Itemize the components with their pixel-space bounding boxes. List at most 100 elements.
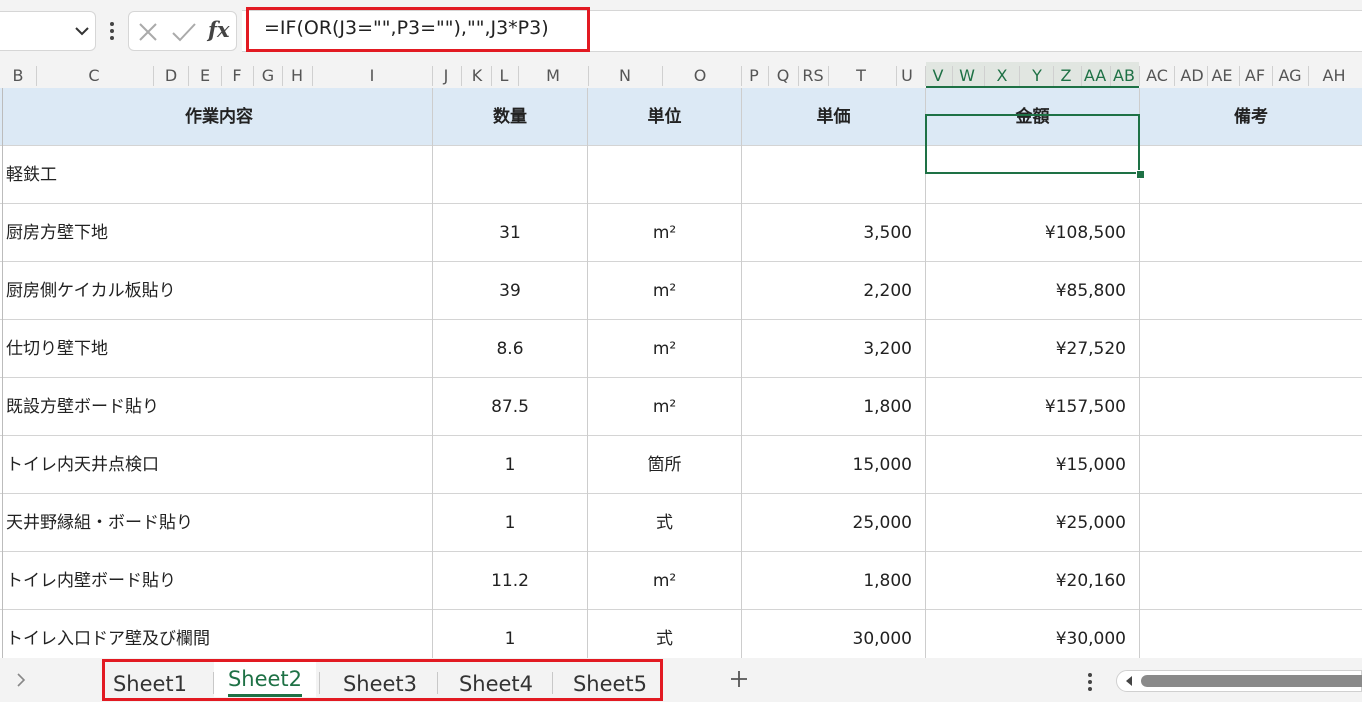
scrollbar-thumb[interactable] — [1141, 675, 1362, 687]
column-separator[interactable] — [925, 66, 926, 86]
column-separator[interactable] — [896, 66, 897, 86]
cancel-icon[interactable] — [137, 21, 159, 43]
cell-qty[interactable]: 8.6 — [433, 320, 587, 378]
cell-amount[interactable]: ¥85,800 — [926, 262, 1139, 320]
cell-price[interactable]: 2,200 — [742, 262, 925, 320]
column-separator[interactable] — [188, 66, 189, 86]
cell-amount[interactable]: ¥27,520 — [926, 320, 1139, 378]
cell-unit[interactable]: m² — [588, 262, 741, 320]
cell-note[interactable] — [1140, 610, 1362, 658]
cell-item[interactable]: トイレ内天井点検口 — [0, 436, 432, 494]
cell-item[interactable]: 既設方壁ボード貼り — [0, 378, 432, 436]
cell-item[interactable]: 厨房方壁下地 — [0, 204, 432, 262]
scroll-left-icon[interactable] — [1123, 675, 1135, 687]
cell-note[interactable] — [1140, 494, 1362, 552]
cell-price[interactable]: 1,800 — [742, 552, 925, 610]
column-header-o[interactable]: O — [694, 62, 707, 88]
column-header-aa[interactable]: AA — [1084, 62, 1106, 88]
column-separator[interactable] — [588, 66, 589, 86]
column-separator[interactable] — [1272, 66, 1273, 86]
cell-amount[interactable]: ¥108,500 — [926, 204, 1139, 262]
fill-handle[interactable] — [1136, 170, 1145, 179]
column-header-ac[interactable]: AC — [1146, 62, 1168, 88]
column-header-ae[interactable]: AE — [1211, 62, 1232, 88]
add-sheet-icon[interactable] — [728, 668, 750, 690]
column-header-u[interactable]: U — [901, 62, 913, 88]
horizontal-scrollbar[interactable] — [1116, 670, 1362, 692]
cell-amount[interactable]: ¥30,000 — [926, 610, 1139, 658]
chevron-down-icon[interactable] — [73, 22, 91, 40]
column-separator[interactable] — [518, 66, 519, 86]
column-header-e[interactable]: E — [200, 62, 210, 88]
column-header-d[interactable]: D — [165, 62, 177, 88]
column-separator[interactable] — [1081, 66, 1082, 86]
column-header-g[interactable]: G — [262, 62, 274, 88]
more-sheets-icon[interactable] — [1085, 671, 1095, 693]
cell-note[interactable] — [1140, 436, 1362, 494]
column-separator[interactable] — [1239, 66, 1240, 86]
column-separator[interactable] — [828, 66, 829, 86]
cell-item[interactable]: トイレ入口ドア壁及び欄間 — [0, 610, 432, 658]
cell-amount[interactable]: ¥157,500 — [926, 378, 1139, 436]
column-separator[interactable] — [1053, 66, 1054, 86]
cell-price[interactable]: 3,500 — [742, 204, 925, 262]
cell-qty[interactable]: 31 — [433, 204, 587, 262]
cell-price[interactable]: 3,200 — [742, 320, 925, 378]
cell-item[interactable]: 仕切り壁下地 — [0, 320, 432, 378]
cell-unit[interactable]: 式 — [588, 610, 741, 658]
cell-amount[interactable]: ¥15,000 — [926, 436, 1139, 494]
column-separator[interactable] — [1139, 66, 1140, 86]
column-header-ag[interactable]: AG — [1278, 62, 1301, 88]
cell-amount[interactable]: ¥20,160 — [926, 552, 1139, 610]
cell-note[interactable] — [1140, 146, 1362, 204]
column-header-x[interactable]: X — [997, 62, 1008, 88]
column-separator[interactable] — [36, 66, 37, 86]
column-header-i[interactable]: I — [370, 62, 375, 88]
column-header-k[interactable]: K — [472, 62, 483, 88]
column-header-f[interactable]: F — [232, 62, 241, 88]
column-header-b[interactable]: B — [13, 62, 24, 88]
column-header-j[interactable]: J — [444, 62, 449, 88]
column-header-w[interactable]: W — [959, 62, 975, 88]
cell-note[interactable] — [1140, 204, 1362, 262]
column-separator[interactable] — [741, 66, 742, 86]
column-header-af[interactable]: AF — [1245, 62, 1265, 88]
more-options-icon[interactable] — [107, 20, 117, 42]
header-qty[interactable]: 数量 — [433, 88, 587, 146]
cell-amount[interactable]: ¥25,000 — [926, 494, 1139, 552]
column-header-q[interactable]: Q — [777, 62, 790, 88]
column-header-m[interactable]: M — [546, 62, 560, 88]
cell-price[interactable] — [742, 146, 925, 204]
column-separator[interactable] — [312, 66, 313, 86]
cell-price[interactable]: 30,000 — [742, 610, 925, 658]
cell-unit[interactable]: m² — [588, 320, 741, 378]
column-header-v[interactable]: V — [933, 62, 944, 88]
chevron-right-icon[interactable] — [14, 672, 28, 688]
cell-qty[interactable]: 11.2 — [433, 552, 587, 610]
column-header-ab[interactable]: AB — [1113, 62, 1135, 88]
column-separator[interactable] — [1174, 66, 1175, 86]
cell-unit[interactable] — [588, 146, 741, 204]
column-header-t[interactable]: T — [856, 62, 866, 88]
column-separator[interactable] — [432, 66, 433, 86]
header-price[interactable]: 単価 — [742, 88, 925, 146]
column-separator[interactable] — [153, 66, 154, 86]
header-unit[interactable]: 単位 — [588, 88, 741, 146]
insert-function-icon[interactable]: fx — [208, 17, 230, 42]
column-header-n[interactable]: N — [619, 62, 631, 88]
cell-qty[interactable] — [433, 146, 587, 204]
cell-item[interactable]: 天井野縁組・ボード貼り — [0, 494, 432, 552]
cell-qty[interactable]: 1 — [433, 436, 587, 494]
cell-note[interactable] — [1140, 320, 1362, 378]
check-icon[interactable] — [171, 21, 197, 43]
column-header-z[interactable]: Z — [1061, 62, 1072, 88]
column-separator[interactable] — [1308, 66, 1309, 86]
column-separator[interactable] — [952, 66, 953, 86]
cell-note[interactable] — [1140, 262, 1362, 320]
column-header-ah[interactable]: AH — [1323, 62, 1346, 88]
column-separator[interactable] — [768, 66, 769, 86]
column-separator[interactable] — [1019, 66, 1020, 86]
column-separator[interactable] — [461, 66, 462, 86]
column-separator[interactable] — [1207, 66, 1208, 86]
cell-unit[interactable]: m² — [588, 204, 741, 262]
